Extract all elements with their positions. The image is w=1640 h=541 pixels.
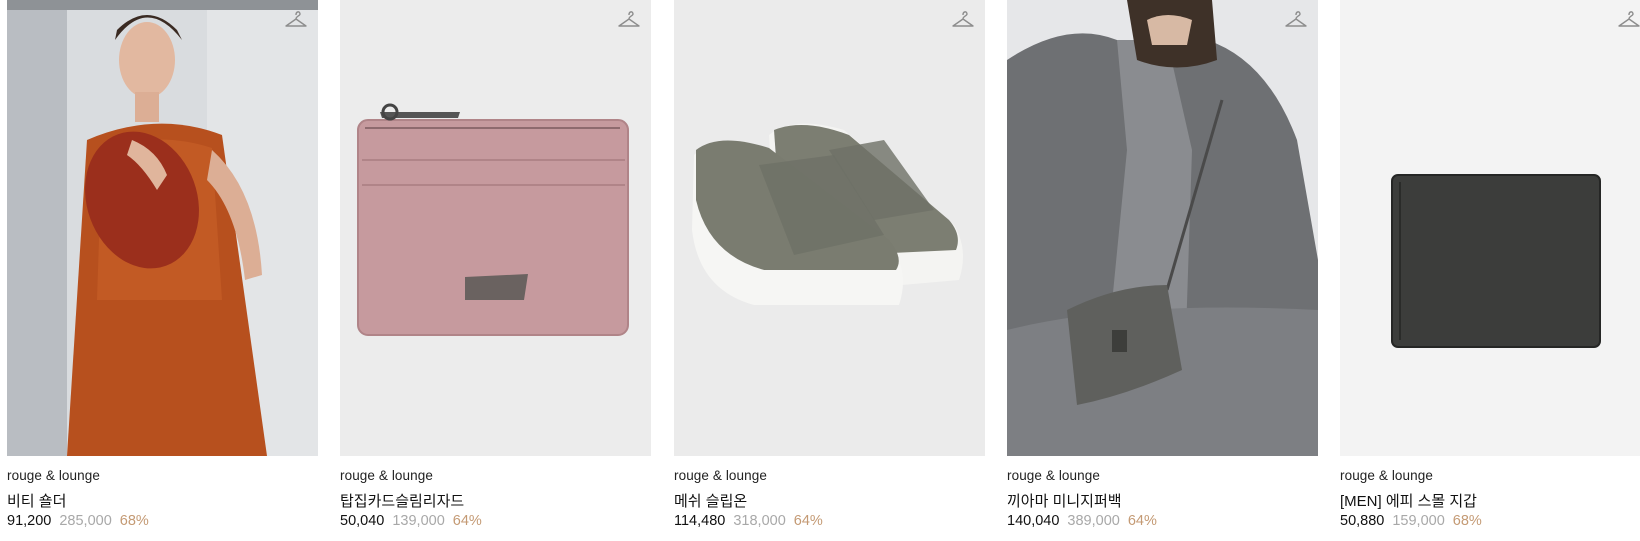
product-name[interactable]: 메쉬 슬립온 (674, 490, 985, 510)
product-prices: 91,200 285,000 68% (7, 513, 318, 533)
product-image[interactable] (1007, 0, 1318, 456)
product-prices: 114,480 318,000 64% (674, 513, 985, 533)
product-name[interactable]: 끼아마 미니지퍼백 (1007, 490, 1318, 510)
discount-rate: 68% (1452, 513, 1482, 529)
hanger-icon[interactable] (284, 8, 308, 30)
product-grid: rouge & lounge 비티 숄더 91,200 285,000 68% ro… (0, 0, 1640, 541)
original-price: 389,000 (1067, 513, 1120, 529)
product-brand[interactable]: rouge & lounge (1007, 468, 1318, 486)
product-image[interactable] (1340, 0, 1640, 456)
product-prices: 50,040 139,000 64% (340, 513, 651, 533)
product-image[interactable] (674, 0, 985, 456)
product-card[interactable]: rouge & lounge 끼아마 미니지퍼백 140,040 389,000 6… (1007, 0, 1318, 533)
sale-price: 50,040 (340, 513, 385, 529)
original-price: 285,000 (59, 513, 112, 529)
discount-rate: 64% (793, 513, 823, 529)
hanger-icon[interactable] (1617, 8, 1640, 30)
product-prices: 140,040 389,000 64% (1007, 513, 1318, 533)
original-price: 139,000 (392, 513, 445, 529)
product-image[interactable] (340, 0, 651, 456)
product-card[interactable]: rouge & lounge 메쉬 슬립온 114,480 318,000 64% (674, 0, 985, 533)
discount-rate: 64% (452, 513, 482, 529)
product-brand[interactable]: rouge & lounge (340, 468, 651, 486)
original-price: 318,000 (733, 513, 786, 529)
hanger-icon[interactable] (951, 8, 975, 30)
product-brand[interactable]: rouge & lounge (674, 468, 985, 486)
product-image[interactable] (7, 0, 318, 456)
product-card[interactable]: rouge & lounge 탑집카드슬림리자드 50,040 139,000 64… (340, 0, 651, 533)
sale-price: 50,880 (1340, 513, 1385, 529)
original-price: 159,000 (1392, 513, 1445, 529)
product-prices: 50,880 159,000 68% (1340, 513, 1640, 533)
sale-price: 140,040 (1007, 513, 1060, 529)
product-card[interactable]: rouge & lounge 비티 숄더 91,200 285,000 68% (7, 0, 318, 533)
product-brand[interactable]: rouge & lounge (7, 468, 318, 486)
product-name[interactable]: 탑집카드슬림리자드 (340, 490, 651, 510)
hanger-icon[interactable] (617, 8, 641, 30)
product-brand[interactable]: rouge & lounge (1340, 468, 1640, 486)
sale-price: 114,480 (674, 513, 726, 529)
discount-rate: 68% (119, 513, 149, 529)
product-card[interactable]: rouge & lounge [MEN] 에피 스몰 지갑 50,880 159,… (1340, 0, 1640, 533)
product-name[interactable]: [MEN] 에피 스몰 지갑 (1340, 490, 1640, 510)
product-name[interactable]: 비티 숄더 (7, 490, 318, 510)
discount-rate: 64% (1127, 513, 1157, 529)
sale-price: 91,200 (7, 513, 52, 529)
hanger-icon[interactable] (1284, 8, 1308, 30)
